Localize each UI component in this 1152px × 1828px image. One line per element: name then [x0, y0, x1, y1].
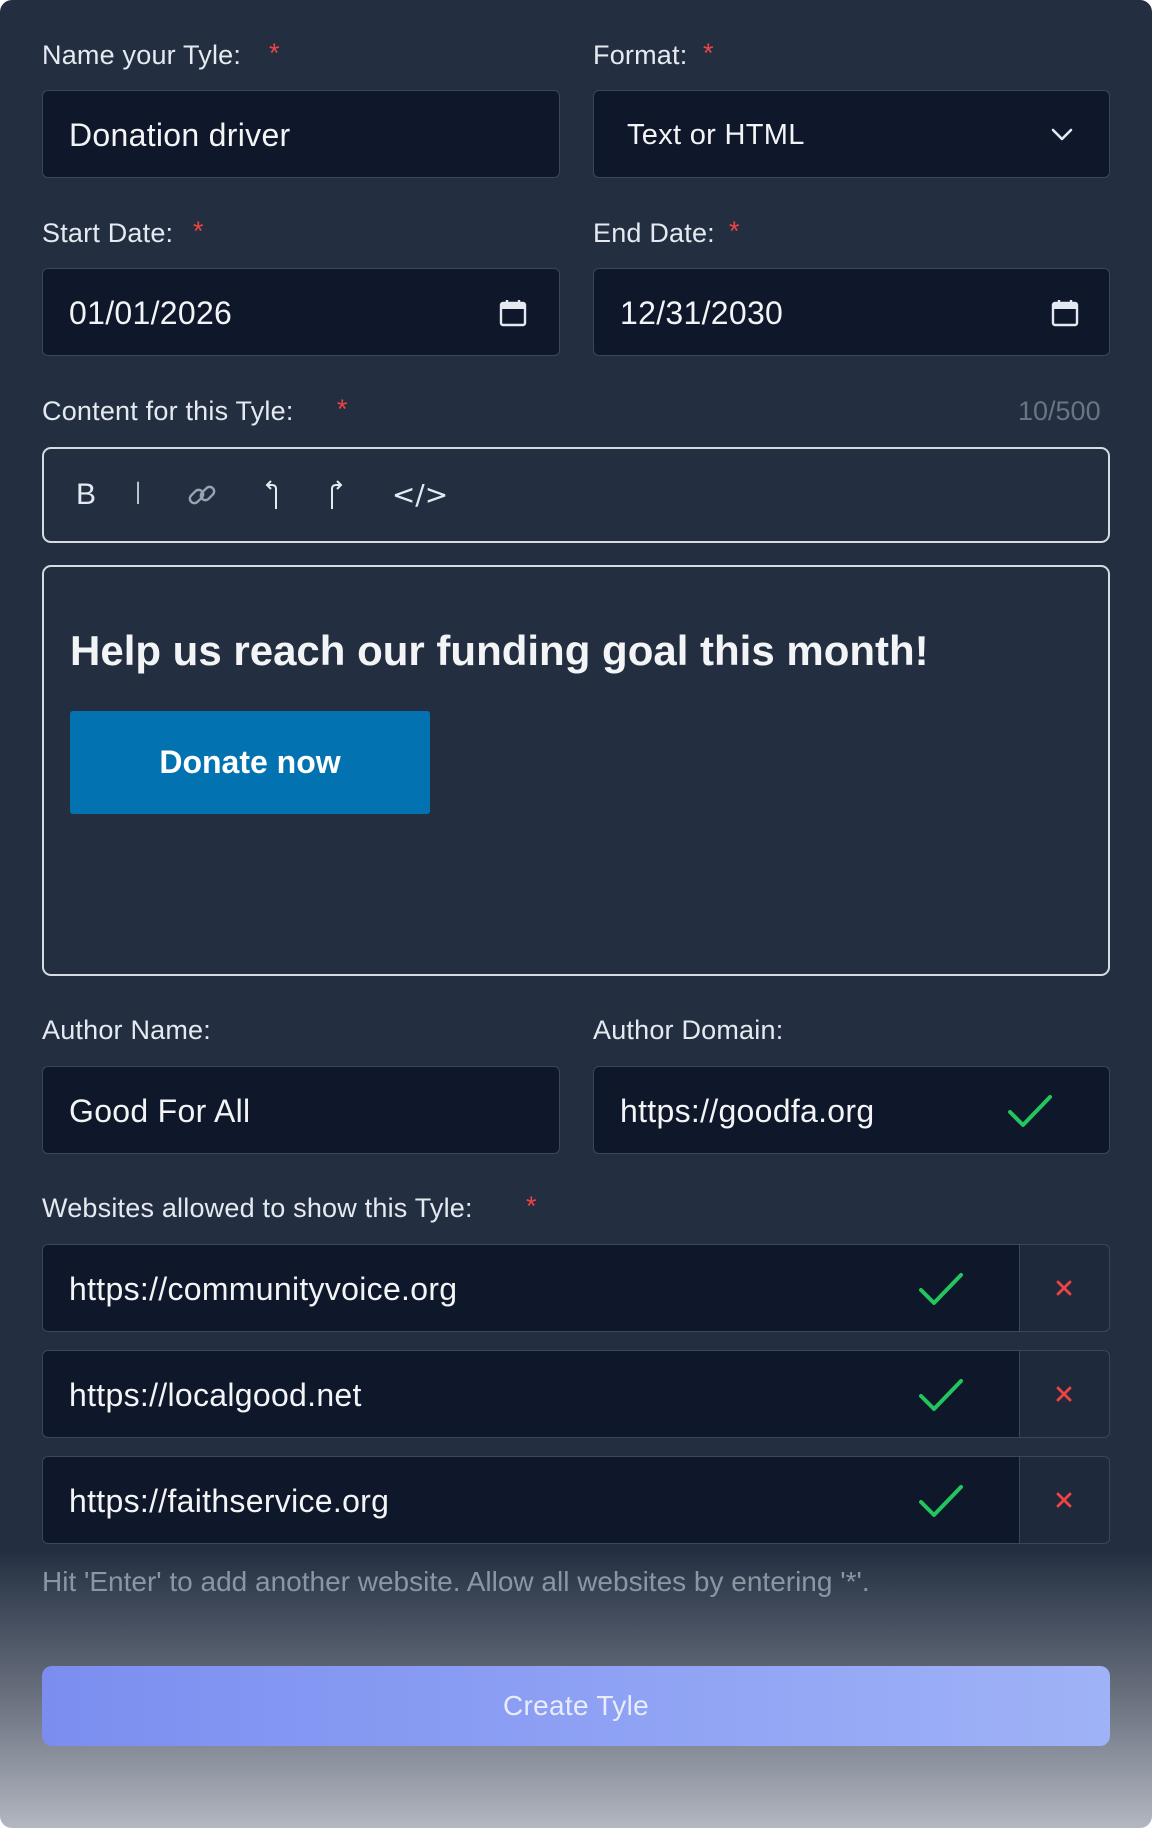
- check-icon: [919, 1485, 963, 1517]
- websites-required-marker: *: [526, 1191, 537, 1221]
- code-view-button[interactable]: </>: [390, 449, 450, 541]
- undo-button[interactable]: [252, 449, 292, 541]
- calendar-icon[interactable]: [1050, 298, 1080, 328]
- close-icon: [1056, 1280, 1072, 1296]
- create-tyle-form: Name your Tyle: * Donation driver Format…: [0, 0, 1152, 1828]
- format-select[interactable]: Text or HTML: [593, 90, 1110, 178]
- redo-button[interactable]: [316, 449, 356, 541]
- author-domain-label: Author Domain:: [593, 1015, 784, 1045]
- character-counter: 10/500: [1018, 396, 1101, 426]
- author-domain-input[interactable]: https://goodfa.org: [593, 1066, 1110, 1154]
- format-required-marker: *: [703, 38, 714, 68]
- content-editor[interactable]: Help us reach our funding goal this mont…: [42, 565, 1110, 976]
- italic-button[interactable]: I: [118, 449, 158, 541]
- chevron-down-icon: [1051, 128, 1073, 141]
- bold-button[interactable]: B: [64, 449, 108, 541]
- editor-toolbar: B I </>: [42, 447, 1110, 543]
- content-required-marker: *: [337, 394, 348, 424]
- website-input[interactable]: https://faithservice.org: [42, 1456, 1020, 1544]
- website-url: https://faithservice.org: [69, 1483, 390, 1519]
- format-label: Format:: [593, 40, 688, 70]
- start-date-value: 01/01/2026: [69, 295, 233, 331]
- website-url: https://communityvoice.org: [69, 1271, 458, 1307]
- author-domain-value: https://goodfa.org: [620, 1093, 875, 1129]
- close-icon: [1056, 1492, 1072, 1508]
- end-date-input[interactable]: 12/31/2030: [593, 268, 1110, 356]
- close-icon: [1056, 1386, 1072, 1402]
- name-required-marker: *: [269, 38, 280, 68]
- calendar-icon[interactable]: [498, 298, 528, 328]
- end-date-label: End Date:: [593, 218, 715, 248]
- format-value: Text or HTML: [627, 119, 805, 151]
- check-icon: [919, 1273, 963, 1305]
- website-url: https://localgood.net: [69, 1377, 362, 1413]
- remove-website-button[interactable]: [1020, 1350, 1110, 1438]
- end-date-value: 12/31/2030: [620, 295, 784, 331]
- start-date-label: Start Date:: [42, 218, 174, 248]
- website-input[interactable]: https://localgood.net: [42, 1350, 1020, 1438]
- check-icon: [1008, 1095, 1052, 1127]
- link-icon: [188, 485, 216, 505]
- website-input[interactable]: https://communityvoice.org: [42, 1244, 1020, 1332]
- redo-icon: [331, 480, 343, 509]
- end-date-required-marker: *: [729, 216, 740, 246]
- websites-hint: Hit 'Enter' to add another website. Allo…: [42, 1566, 870, 1597]
- undo-icon: [265, 480, 277, 509]
- content-label: Content for this Tyle:: [42, 396, 294, 426]
- remove-website-button[interactable]: [1020, 1244, 1110, 1332]
- name-label: Name your Tyle:: [42, 40, 242, 70]
- author-name-value: Good For All: [69, 1093, 251, 1129]
- tyle-name-input[interactable]: Donation driver: [42, 90, 560, 178]
- check-icon: [919, 1379, 963, 1411]
- tyle-name-value: Donation driver: [69, 117, 291, 153]
- donate-now-button[interactable]: Donate now: [70, 711, 430, 814]
- websites-label: Websites allowed to show this Tyle:: [42, 1193, 473, 1223]
- create-tyle-button[interactable]: Create Tyle: [42, 1666, 1110, 1746]
- author-name-label: Author Name:: [42, 1015, 211, 1045]
- start-date-input[interactable]: 01/01/2026: [42, 268, 560, 356]
- author-name-input[interactable]: Good For All: [42, 1066, 560, 1154]
- link-button[interactable]: [180, 449, 224, 541]
- start-date-required-marker: *: [193, 216, 204, 246]
- remove-website-button[interactable]: [1020, 1456, 1110, 1544]
- preview-heading: Help us reach our funding goal this mont…: [70, 627, 929, 674]
